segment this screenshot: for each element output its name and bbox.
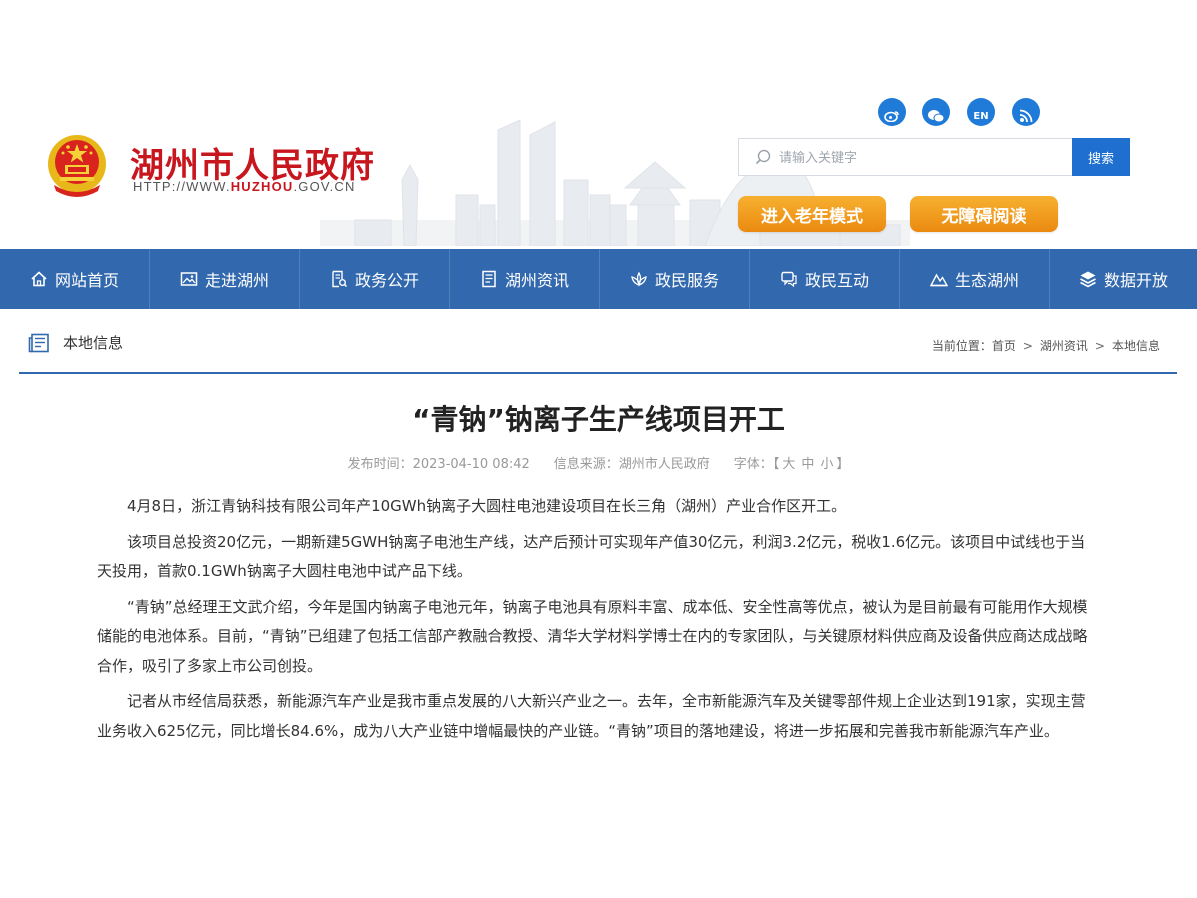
- nav-item-label: 政务公开: [354, 271, 419, 290]
- font-bracket-close: 】: [836, 457, 850, 472]
- breadcrumb-separator: >: [1022, 339, 1033, 353]
- font-size-medium-button[interactable]: 中: [801, 457, 814, 472]
- nav-item-label: 政民互动: [804, 271, 869, 290]
- elder-mode-button[interactable]: 进入老年模式: [738, 196, 886, 232]
- font-size-label: 字体：: [733, 457, 773, 472]
- rss-icon[interactable]: [1012, 98, 1040, 126]
- search-input[interactable]: [777, 139, 1061, 177]
- section-title: 本地信息: [63, 334, 124, 352]
- article-title: “青钠”钠离子生产线项目开工: [412, 403, 785, 436]
- breadcrumb-label: 当前位置：: [931, 339, 992, 353]
- home-icon: [31, 271, 47, 287]
- nav-item-label: 生态湖州: [954, 271, 1019, 290]
- search-box: [738, 138, 1072, 177]
- nav-item-open-data[interactable]: 数据开放: [1050, 249, 1197, 309]
- layers-icon: [1080, 271, 1096, 288]
- breadcrumb: 当前位置：首页 > 湖州资讯 > 本地信息: [932, 337, 1160, 354]
- article-paragraph: 记者从市经信局获悉，新能源汽车产业是我市重点发展的八大新兴产业之一。去年，全市新…: [97, 692, 1086, 740]
- site-url-prefix: HTTP://WWW.: [133, 179, 231, 194]
- font-size-large-button[interactable]: 大: [782, 457, 795, 472]
- source-value: 湖州市人民政府: [618, 457, 710, 472]
- wechat-icon[interactable]: [922, 98, 950, 126]
- nav-item-label: 湖州资讯: [504, 271, 569, 290]
- publish-time: 2023-04-10 08:42: [412, 457, 530, 472]
- nav-item-gov-affairs[interactable]: 政务公开: [300, 249, 450, 309]
- search-icon: [755, 149, 771, 165]
- site-url-suffix: .GOV.CN: [293, 179, 356, 194]
- accessible-reading-button[interactable]: 无障碍阅读: [910, 196, 1058, 232]
- nav-item-label: 政民服务: [654, 271, 719, 290]
- weibo-icon[interactable]: [878, 98, 906, 126]
- chat-icon: [781, 271, 797, 288]
- main-nav: 网站首页 走进湖州 政务公开 湖州资讯 政民服务 政民互动 生态湖州 数据开放: [0, 249, 1197, 309]
- nav-item-label: 走进湖州: [204, 271, 269, 290]
- site-url-domain: HUZHOU: [230, 179, 294, 194]
- article-paragraph: “青钠”总经理王文武介绍，今年是国内钠离子电池元年，钠离子电池具有原料丰富、成本…: [97, 597, 1088, 675]
- en-label: EN: [973, 110, 989, 122]
- article-paragraph: 该项目总投资20亿元，一期新建5GWH钠离子电池生产线，达产后预计可实现年产值3…: [97, 532, 1086, 581]
- font-size-small-button[interactable]: 小: [820, 457, 833, 472]
- section-header: 本地信息 当前位置：首页 > 湖州资讯 > 本地信息: [19, 320, 1177, 374]
- site-header: 湖州市人民政府 HTTP://WWW.HUZHOU.GOV.CN EN 搜索 进…: [0, 0, 1197, 248]
- breadcrumb-news-link[interactable]: 湖州资讯: [1040, 339, 1088, 353]
- document-search-icon: [332, 270, 348, 288]
- nav-item-news[interactable]: 湖州资讯: [450, 249, 600, 309]
- news-icon: [482, 270, 496, 288]
- breadcrumb-separator: >: [1094, 339, 1105, 353]
- national-emblem-logo: [48, 135, 106, 197]
- lotus-icon: [631, 271, 647, 287]
- search-button[interactable]: 搜索: [1072, 138, 1130, 176]
- nav-item-public-service[interactable]: 政民服务: [600, 249, 750, 309]
- newspaper-icon: [28, 333, 49, 353]
- nav-item-label: 网站首页: [54, 271, 119, 290]
- nav-item-about-huzhou[interactable]: 走进湖州: [150, 249, 300, 309]
- article-meta: 发布时间：2023-04-10 08:42 信息来源：湖州市人民政府 字体：【大中小…: [0, 453, 1197, 472]
- nav-item-label: 数据开放: [1103, 271, 1168, 290]
- image-icon: [180, 272, 198, 286]
- font-bracket-open: 【: [772, 457, 780, 472]
- en-icon[interactable]: EN: [967, 98, 995, 126]
- article-body: 4月8日，浙江青钠科技有限公司年产10GWh钠离子大圆柱电池建设项目在长三角（湖…: [97, 492, 1097, 752]
- breadcrumb-home-link[interactable]: 首页: [992, 339, 1016, 353]
- breadcrumb-local-info-link[interactable]: 本地信息: [1112, 339, 1160, 353]
- nav-item-ecology[interactable]: 生态湖州: [900, 249, 1050, 309]
- publish-time-label: 发布时间：: [347, 457, 413, 472]
- nav-item-interaction[interactable]: 政民互动: [750, 249, 900, 309]
- nav-item-home[interactable]: 网站首页: [0, 249, 150, 309]
- article-paragraph: 4月8日，浙江青钠科技有限公司年产10GWh钠离子大圆柱电池建设项目在长三角（湖…: [127, 497, 847, 515]
- mountain-icon: [929, 273, 948, 287]
- site-url: HTTP://WWW.HUZHOU.GOV.CN: [133, 179, 356, 194]
- source-label: 信息来源：: [553, 457, 619, 472]
